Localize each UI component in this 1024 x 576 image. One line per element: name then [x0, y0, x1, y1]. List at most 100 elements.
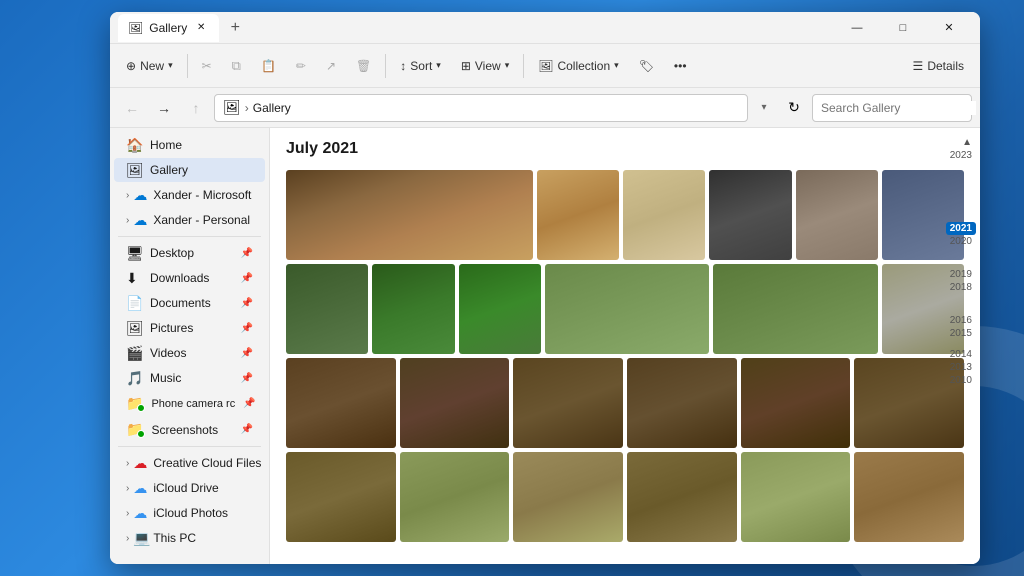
gallery-item[interactable]: [513, 358, 623, 448]
refresh-button[interactable]: ↻: [780, 94, 808, 122]
sidebar-item-phone-camera[interactable]: 📁 Phone camera rc 📌: [114, 391, 265, 416]
gallery-item[interactable]: [537, 170, 619, 260]
expand-icon: ›: [126, 533, 129, 544]
tag-button[interactable]: 🏷: [631, 55, 662, 77]
gallery-item[interactable]: [372, 264, 454, 354]
gallery-item[interactable]: [709, 170, 791, 260]
close-button[interactable]: ✕: [926, 12, 972, 44]
gallery-item[interactable]: [513, 452, 623, 542]
gallery-item[interactable]: [286, 452, 396, 542]
gallery-item[interactable]: [459, 264, 541, 354]
year-marker-2020-label[interactable]: 2020: [946, 235, 976, 248]
view-chevron-icon: ▾: [505, 60, 510, 71]
sidebar-item-downloads[interactable]: ⬇ Downloads 📌: [114, 266, 265, 290]
sidebar-item-gallery[interactable]: 🖼 Gallery: [114, 158, 265, 182]
sort-button[interactable]: ↕ Sort ▾: [392, 55, 449, 77]
view-button[interactable]: ⊞ View ▾: [453, 55, 517, 77]
year-marker-2018-label[interactable]: 2018: [946, 281, 976, 294]
sidebar-item-videos[interactable]: 🎬 Videos 📌: [114, 341, 265, 365]
year-marker-2013-label[interactable]: 2013: [946, 361, 976, 374]
gallery-item[interactable]: [286, 264, 368, 354]
sync-status-icon: [137, 404, 145, 412]
music-icon: 🎵: [126, 370, 142, 386]
tab-area: 🖼 Gallery ✕ +: [118, 14, 249, 42]
year-marker-2015-label[interactable]: 2015: [946, 327, 976, 340]
documents-icon: 📄: [126, 295, 142, 311]
gallery-item[interactable]: [796, 170, 878, 260]
year-marker-2019-label[interactable]: 2019: [946, 268, 976, 281]
sidebar-item-this-pc[interactable]: › 💻 This PC: [114, 526, 265, 550]
year-marker-2021-label[interactable]: 2021: [946, 222, 976, 235]
new-button[interactable]: ⊕ New ▾: [118, 55, 181, 77]
overflow-button[interactable]: •••: [666, 55, 695, 77]
gallery-item[interactable]: [627, 358, 737, 448]
gallery-item[interactable]: [713, 264, 878, 354]
up-button[interactable]: ↑: [182, 94, 210, 122]
gallery-item[interactable]: [854, 452, 964, 542]
gallery-item[interactable]: [627, 452, 737, 542]
copy-button[interactable]: ⧉: [224, 54, 249, 78]
rename-icon: ✏: [296, 59, 306, 73]
gallery-row-3: [286, 358, 964, 448]
address-bar: ← → ↑ 🖼 › Gallery ▾ ↻ 🔍: [110, 88, 980, 128]
address-path[interactable]: 🖼 › Gallery: [214, 94, 748, 122]
pin-icon: 📌: [241, 373, 253, 384]
gallery-item[interactable]: [400, 452, 510, 542]
path-dropdown-button[interactable]: ▾: [752, 96, 776, 120]
delete-button[interactable]: 🗑: [348, 55, 379, 77]
sidebar-divider-2: [118, 446, 261, 447]
year-marker-2023[interactable]: ▲: [958, 136, 976, 149]
sidebar-item-pictures[interactable]: 🖼 Pictures 📌: [114, 316, 265, 340]
pin-icon: 📌: [241, 248, 253, 259]
paste-button[interactable]: 📋: [253, 55, 284, 77]
gallery-item[interactable]: [545, 264, 710, 354]
sidebar-item-icloud-drive[interactable]: › ☁ iCloud Drive: [114, 476, 265, 500]
sidebar-item-desktop[interactable]: 🖥 Desktop 📌: [114, 241, 265, 265]
cut-icon: ✂: [202, 59, 212, 73]
sidebar-item-xander-personal[interactable]: › ☁ Xander - Personal: [114, 208, 265, 232]
sidebar-item-music[interactable]: 🎵 Music 📌: [114, 366, 265, 390]
gallery-item[interactable]: [286, 170, 533, 260]
year-marker-2016-label[interactable]: 2016: [946, 314, 976, 327]
maximize-button[interactable]: □: [880, 12, 926, 44]
this-pc-icon: 💻: [133, 530, 149, 546]
path-segment-gallery: Gallery: [253, 101, 291, 115]
minimize-button[interactable]: —: [834, 12, 880, 44]
new-icon: ⊕: [126, 59, 136, 73]
cloud-personal-icon: ☁: [133, 212, 149, 228]
videos-icon: 🎬: [126, 345, 142, 361]
sidebar: 🏠 Home 🖼 Gallery › ☁ Xander - Microsoft …: [110, 128, 270, 564]
details-button[interactable]: ☰ Details: [905, 55, 972, 77]
back-button[interactable]: ←: [118, 94, 146, 122]
sidebar-item-documents[interactable]: 📄 Documents 📌: [114, 291, 265, 315]
sidebar-item-screenshots[interactable]: 📁 Screenshots 📌: [114, 417, 265, 442]
search-input[interactable]: [821, 101, 976, 115]
gallery-item[interactable]: [400, 358, 510, 448]
gallery-tab[interactable]: 🖼 Gallery ✕: [118, 14, 219, 42]
new-tab-button[interactable]: +: [221, 14, 249, 42]
gallery-item[interactable]: [741, 452, 851, 542]
year-marker-2014-label[interactable]: 2014: [946, 348, 976, 361]
sidebar-item-home[interactable]: 🏠 Home: [114, 133, 265, 157]
pin-icon: 📌: [241, 424, 253, 435]
sort-icon: ↕: [400, 59, 406, 73]
forward-button[interactable]: →: [150, 94, 178, 122]
pin-icon: 📌: [241, 323, 253, 334]
sidebar-item-icloud-photos[interactable]: › ☁ iCloud Photos: [114, 501, 265, 525]
year-marker-2023-label[interactable]: 2023: [946, 149, 976, 162]
share-button[interactable]: ↗: [318, 55, 344, 77]
gallery-row-2: [286, 264, 964, 354]
sidebar-item-xander-microsoft[interactable]: › ☁ Xander - Microsoft: [114, 183, 265, 207]
cut-button[interactable]: ✂: [194, 55, 220, 77]
gallery-item[interactable]: [286, 358, 396, 448]
year-marker-2010-label[interactable]: 2010: [946, 374, 976, 387]
sidebar-item-creative-cloud[interactable]: › ☁ Creative Cloud Files: [114, 451, 265, 475]
gallery-item[interactable]: [623, 170, 705, 260]
collection-button[interactable]: 🖼 Collection ▾: [530, 55, 626, 77]
tab-close-button[interactable]: ✕: [193, 20, 209, 36]
rename-button[interactable]: ✏: [288, 55, 314, 77]
gallery-item[interactable]: [741, 358, 851, 448]
gallery-icon: 🖼: [126, 162, 142, 178]
separator-2: [385, 54, 386, 78]
main-content: 🏠 Home 🖼 Gallery › ☁ Xander - Microsoft …: [110, 128, 980, 564]
